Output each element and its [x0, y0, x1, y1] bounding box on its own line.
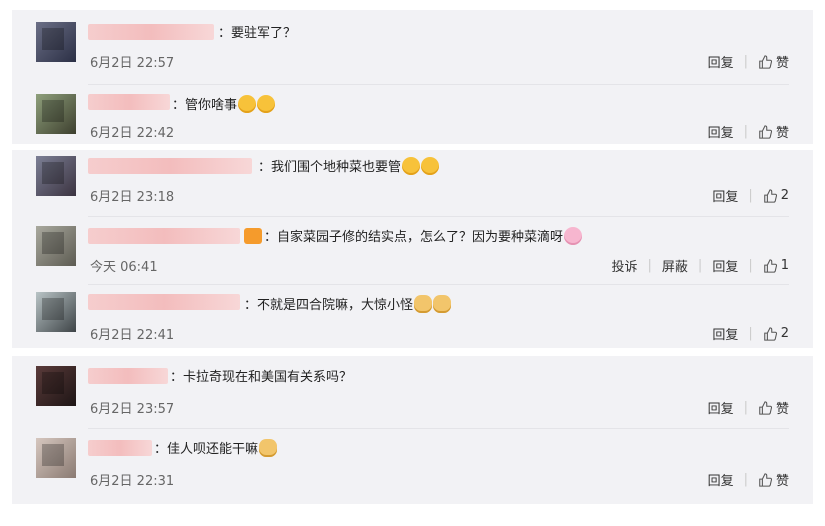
- comment-text-content: ：不就是四合院嘛，大惊小怪: [244, 298, 414, 313]
- comment-thread-3: ：卡拉奇现在和美国有关系吗？ 6月2日 23:57 回复 | 赞 ：佳人呗还能干…: [12, 356, 813, 504]
- thumbs-up-icon[interactable]: [763, 188, 777, 203]
- like-count[interactable]: 1: [781, 258, 789, 273]
- comment-text-content: ：自家菜园子修的结实点，怎么了？因为要种菜滴呀: [264, 230, 564, 245]
- comment-actions: 投诉 | 屏蔽 | 回复 | 1: [612, 256, 790, 275]
- reply-button[interactable]: 回复: [712, 186, 738, 205]
- separator: |: [743, 472, 748, 487]
- separator: |: [748, 326, 753, 341]
- comment-item: ：我们围个地种菜也要管 6月2日 23:18 回复 | 2: [12, 150, 813, 216]
- comment-text: ：不就是四合院嘛，大惊小怪: [244, 294, 452, 313]
- comment-item: ：卡拉奇现在和美国有关系吗？ 6月2日 23:57 回复 | 赞: [12, 356, 813, 426]
- like-count[interactable]: 赞: [776, 398, 789, 417]
- username-blurred[interactable]: [88, 24, 214, 40]
- separator: |: [743, 400, 748, 415]
- comment-item: ：自家菜园子修的结实点，怎么了？因为要种菜滴呀 今天 06:41 投诉 | 屏蔽…: [12, 218, 813, 282]
- reply-button[interactable]: 回复: [708, 470, 734, 489]
- separator: |: [748, 258, 753, 273]
- username-blurred[interactable]: [88, 158, 252, 174]
- comment-time: 6月2日 23:57: [90, 402, 175, 417]
- comment-time: 6月2日 22:31: [90, 474, 175, 489]
- like-count[interactable]: 赞: [776, 122, 789, 141]
- comment-text: ：我们围个地种菜也要管: [258, 156, 440, 175]
- comment-text: ：管你啥事: [172, 94, 276, 113]
- emoji-icon: [259, 439, 278, 457]
- like-count[interactable]: 2: [781, 188, 789, 203]
- separator: |: [743, 54, 748, 69]
- emoji-icon: [433, 295, 452, 313]
- comment-thread-2: ：我们围个地种菜也要管 6月2日 23:18 回复 | 2 ：自家菜园子修的结实…: [12, 150, 813, 348]
- avatar[interactable]: [36, 438, 76, 478]
- emoji-icon: [238, 95, 257, 113]
- comment-text-content: ：管你啥事: [172, 98, 238, 113]
- separator: |: [647, 258, 652, 273]
- vip-badge-icon: [244, 228, 262, 244]
- comment-actions: 回复 | 赞: [708, 52, 789, 71]
- comment-time: 6月2日 22:57: [90, 56, 175, 71]
- avatar[interactable]: [36, 292, 76, 332]
- comment-text: ：佳人呗还能干嘛: [154, 438, 278, 457]
- comment-actions: 回复 | 赞: [708, 122, 789, 141]
- comment-time: 6月2日 22:41: [90, 328, 175, 343]
- comment-time: 6月2日 22:42: [90, 126, 175, 141]
- emoji-icon: [421, 157, 440, 175]
- comment-text: ：卡拉奇现在和美国有关系吗？: [170, 370, 353, 385]
- emoji-icon: [414, 295, 433, 313]
- divider: [88, 428, 789, 429]
- comment-time: 今天 06:41: [90, 260, 158, 275]
- emoji-icon: [564, 227, 583, 245]
- separator: |: [743, 124, 748, 139]
- comment-thread-1: ：要驻军了？ 6月2日 22:57 回复 | 赞 ：管你啥事 6月2日 22:4…: [12, 10, 813, 144]
- comment-actions: 回复 | 赞: [708, 470, 789, 489]
- report-button[interactable]: 投诉: [612, 256, 638, 275]
- reply-button[interactable]: 回复: [712, 256, 738, 275]
- username-blurred[interactable]: [88, 440, 152, 456]
- avatar[interactable]: [36, 22, 76, 62]
- comment-actions: 回复 | 2: [712, 186, 789, 205]
- comment-actions: 回复 | 赞: [708, 398, 789, 417]
- comment-item: ：要驻军了？ 6月2日 22:57 回复 | 赞: [12, 10, 813, 76]
- avatar[interactable]: [36, 226, 76, 266]
- block-button[interactable]: 屏蔽: [662, 256, 688, 275]
- reply-button[interactable]: 回复: [708, 52, 734, 71]
- comment-item: ：管你啥事 6月2日 22:42 回复 | 赞: [12, 84, 813, 144]
- comment-text-content: ：佳人呗还能干嘛: [154, 442, 259, 457]
- thumbs-up-icon[interactable]: [758, 400, 772, 415]
- separator: |: [748, 188, 753, 203]
- username-blurred[interactable]: [88, 94, 170, 110]
- thumbs-up-icon[interactable]: [763, 326, 777, 341]
- comment-time: 6月2日 23:18: [90, 190, 175, 205]
- avatar[interactable]: [36, 156, 76, 196]
- comment-actions: 回复 | 2: [712, 324, 789, 343]
- thumbs-up-icon[interactable]: [758, 54, 772, 69]
- comment-text: ：要驻军了？: [218, 26, 297, 41]
- reply-button[interactable]: 回复: [708, 398, 734, 417]
- username-blurred[interactable]: [88, 228, 240, 244]
- comment-item: ：佳人呗还能干嘛 6月2日 22:31 回复 | 赞: [12, 430, 813, 504]
- avatar[interactable]: [36, 94, 76, 134]
- like-count[interactable]: 赞: [776, 470, 789, 489]
- reply-button[interactable]: 回复: [712, 324, 738, 343]
- divider: [88, 216, 789, 217]
- comment-item: ：不就是四合院嘛，大惊小怪 6月2日 22:41 回复 | 2: [12, 286, 813, 348]
- username-blurred[interactable]: [88, 368, 168, 384]
- username-blurred[interactable]: [88, 294, 240, 310]
- avatar[interactable]: [36, 366, 76, 406]
- reply-button[interactable]: 回复: [708, 122, 734, 141]
- like-count[interactable]: 赞: [776, 52, 789, 71]
- comment-text: ：自家菜园子修的结实点，怎么了？因为要种菜滴呀: [242, 226, 583, 245]
- thumbs-up-icon[interactable]: [763, 258, 777, 273]
- like-count[interactable]: 2: [781, 326, 789, 341]
- thumbs-up-icon[interactable]: [758, 472, 772, 487]
- emoji-icon: [257, 95, 276, 113]
- separator: |: [697, 258, 703, 273]
- divider: [88, 284, 789, 285]
- emoji-icon: [402, 157, 421, 175]
- thumbs-up-icon[interactable]: [758, 124, 772, 139]
- comment-text-content: ：我们围个地种菜也要管: [258, 160, 402, 175]
